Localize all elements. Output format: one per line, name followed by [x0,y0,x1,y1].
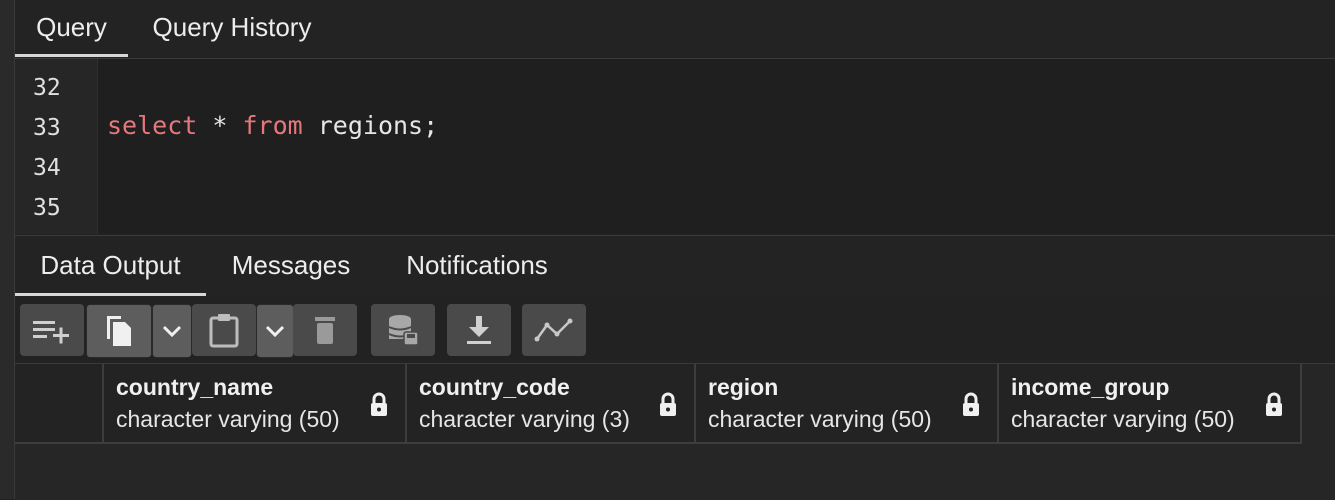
download-icon [467,316,491,344]
data-grid: country_name character varying (50) coun… [15,363,1335,500]
column-name: region [708,374,779,400]
row-number-header[interactable] [15,364,104,444]
column-type: character varying (50) [1011,406,1235,432]
left-edge [0,0,15,499]
paste-button[interactable] [192,304,256,356]
delete-button[interactable] [293,304,357,356]
copy-options-dropdown[interactable] [152,304,192,358]
line-number: 35 [33,195,61,221]
paste-icon [209,314,239,348]
tab-messages[interactable]: Messages [215,236,367,296]
save-data-icon [388,315,419,346]
tab-query-history[interactable]: Query History [137,0,327,57]
lock-icon [1266,392,1282,416]
column-name: income_group [1011,374,1170,400]
column-header-income-group[interactable]: income_group character varying (50) [999,364,1302,444]
download-button[interactable] [447,304,511,356]
column-type: character varying (50) [116,406,340,432]
query-tabbar: Query Query History [15,0,1335,59]
add-row-button[interactable] [20,304,84,356]
star-operator: * [197,111,243,140]
sql-editor[interactable]: 32 33 34 35 select * from regions; [15,59,1335,234]
chevron-down-icon [265,325,285,338]
table-identifier: regions; [302,111,439,140]
line-number: 33 [33,115,61,141]
copy-icon [107,316,131,346]
graph-visualiser-button[interactable] [522,304,586,356]
output-tabbar: Data Output Messages Notifications [15,235,1335,298]
save-data-button[interactable] [371,304,435,356]
column-name: country_code [419,374,570,400]
column-name: country_name [116,374,274,400]
lock-icon [371,392,387,416]
tab-data-output[interactable]: Data Output [15,236,206,296]
copy-button[interactable] [86,304,152,358]
data-toolbar [15,297,1335,363]
paste-options-dropdown[interactable] [256,304,294,358]
delete-icon [315,317,335,344]
column-type: character varying (3) [419,406,630,432]
column-header-region[interactable]: region character varying (50) [696,364,999,444]
graph-icon [534,318,573,342]
keyword-from: from [242,111,303,140]
lock-icon [660,392,676,416]
tab-query[interactable]: Query [15,0,128,57]
keyword-select: select [107,111,198,140]
lock-icon [963,392,979,416]
line-number: 32 [33,75,61,101]
line-number: 34 [33,155,61,181]
column-header-country-name[interactable]: country_name character varying (50) [104,364,407,444]
line-number-gutter: 32 33 34 35 [15,59,98,234]
add-row-icon [33,321,69,344]
column-type: character varying (50) [708,406,932,432]
tab-notifications[interactable]: Notifications [387,236,567,296]
code-line[interactable]: select * from regions; [107,111,438,140]
chevron-down-icon [162,325,182,338]
column-header-country-code[interactable]: country_code character varying (3) [407,364,696,444]
